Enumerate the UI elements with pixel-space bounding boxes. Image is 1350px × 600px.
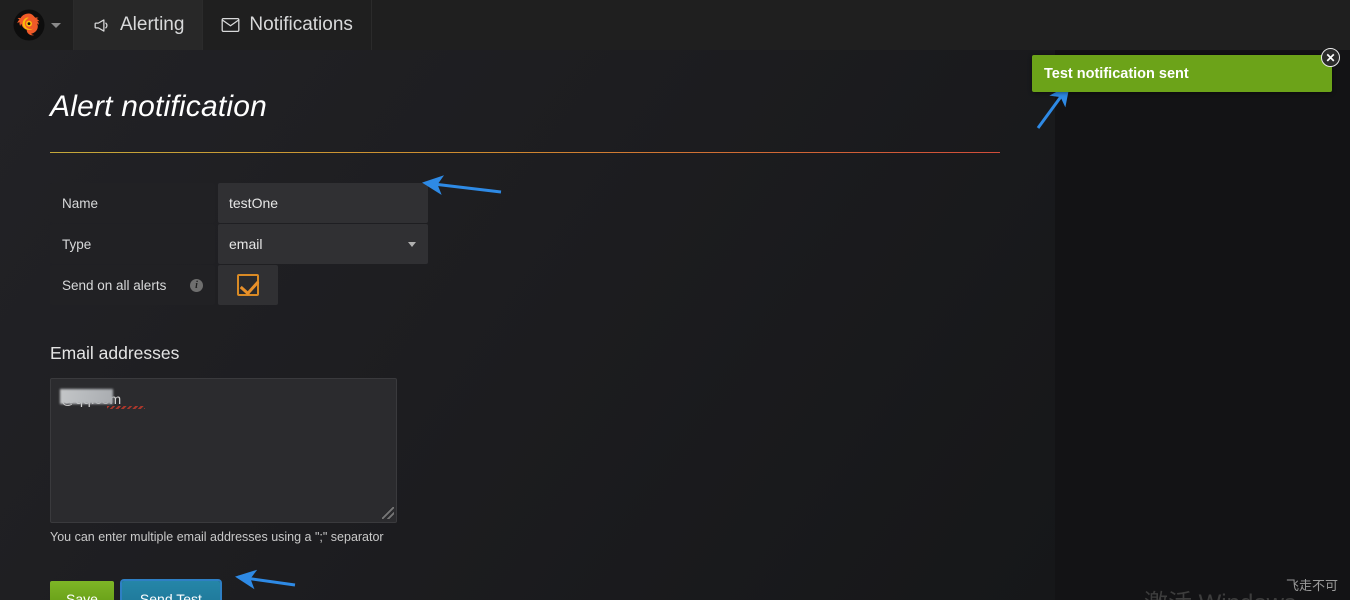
main-content: Alert notification Name Type bbox=[0, 50, 1055, 600]
title-divider bbox=[50, 152, 1000, 153]
name-input[interactable] bbox=[218, 183, 428, 223]
type-label: Type bbox=[62, 236, 92, 252]
name-label-cell: Name bbox=[50, 183, 215, 223]
notification-settings-form: Name Type Send on all alerts i bbox=[50, 183, 1055, 305]
form-row-name: Name bbox=[50, 183, 1055, 223]
info-circle-icon[interactable]: i bbox=[190, 278, 203, 292]
grafana-logo-menu[interactable] bbox=[0, 0, 74, 50]
envelope-icon bbox=[221, 17, 240, 33]
type-select-wrapper[interactable] bbox=[218, 224, 428, 264]
chevron-down-icon bbox=[50, 22, 61, 28]
email-addresses-title: Email addresses bbox=[50, 343, 180, 363]
email-addresses-wrapper bbox=[50, 378, 397, 523]
form-row-type: Type bbox=[50, 224, 1055, 264]
grafana-logo-icon bbox=[13, 9, 45, 41]
save-button[interactable]: Save bbox=[50, 581, 114, 600]
top-navbar: Alerting Notifications bbox=[0, 0, 1350, 50]
form-row-send-on-all-alerts: Send on all alerts i bbox=[50, 265, 1055, 305]
megaphone-icon bbox=[92, 16, 111, 35]
close-circle-icon[interactable]: ✕ bbox=[1321, 48, 1340, 67]
page-title: Alert notification bbox=[50, 90, 268, 123]
toast-message: Test notification sent bbox=[1044, 65, 1189, 82]
nav-item-notifications-label: Notifications bbox=[249, 14, 353, 35]
checkmark-icon bbox=[237, 274, 259, 296]
right-background bbox=[1055, 50, 1350, 600]
email-addresses-input[interactable] bbox=[50, 378, 397, 523]
send-on-all-alerts-label: Send on all alerts bbox=[62, 277, 167, 293]
corner-text: 飞走不可 bbox=[1285, 578, 1338, 593]
nav-item-notifications[interactable]: Notifications bbox=[203, 0, 372, 50]
toast-notification: Test notification sent ✕ bbox=[1032, 48, 1340, 92]
send-test-button[interactable]: Send Test bbox=[121, 581, 220, 600]
nav-item-alerting[interactable]: Alerting bbox=[74, 0, 204, 50]
send-on-all-alerts-label-cell: Send on all alerts i bbox=[50, 265, 215, 305]
send-on-all-alerts-checkbox[interactable] bbox=[218, 265, 278, 305]
grafana-app-window: Alerting Notifications Alert notificatio… bbox=[0, 0, 1350, 600]
form-actions: Save Send Test bbox=[50, 581, 1055, 600]
nav-item-alerting-label: Alerting bbox=[120, 14, 185, 35]
name-label: Name bbox=[62, 195, 99, 211]
type-select[interactable] bbox=[218, 224, 428, 264]
type-label-cell: Type bbox=[50, 224, 215, 264]
email-addresses-hint: You can enter multiple email addresses u… bbox=[50, 530, 384, 544]
